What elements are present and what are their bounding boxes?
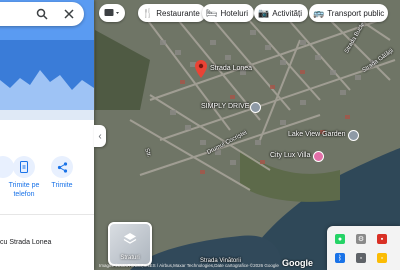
chip-restaurants-label: Restaurante <box>156 8 200 18</box>
hotel-marker-icon[interactable] <box>313 151 324 162</box>
poi-marker-icon[interactable] <box>348 130 359 141</box>
search-box[interactable] <box>0 2 84 26</box>
place-photo <box>0 0 94 120</box>
restaurant-icon: 🍴 <box>142 7 154 18</box>
pdf-icon[interactable]: ▪ <box>377 234 387 244</box>
send-to-phone-label-1: Trimite pe <box>8 182 40 189</box>
chip-public-transport[interactable]: 🚌 Transport public <box>309 4 389 22</box>
send-to-phone-label-2: telefon <box>13 191 35 198</box>
settings-gear-icon[interactable]: ⚙ <box>356 234 366 244</box>
poi-marker-icon[interactable] <box>250 102 261 113</box>
bluetooth-icon[interactable]: ᛒ <box>335 253 345 263</box>
app-icon[interactable]: ▫ <box>356 253 366 263</box>
keyboard-menu-button[interactable] <box>99 4 125 22</box>
search-icon[interactable] <box>34 6 50 22</box>
collapse-panel-button[interactable]: ‹ <box>94 125 106 147</box>
chip-restaurants[interactable]: 🍴 Restaurante <box>138 4 206 22</box>
google-logo: Google <box>282 258 313 268</box>
location-pin-icon[interactable] <box>195 60 207 78</box>
keyboard-icon <box>104 9 119 16</box>
place-label-simply-drive[interactable]: SIMPLY DRIVE <box>201 103 249 110</box>
layers-button[interactable]: Straturi <box>108 222 152 266</box>
share-icon <box>51 156 73 178</box>
whatsapp-icon[interactable]: ● <box>335 234 345 244</box>
hotel-icon: 🛏 <box>206 7 218 18</box>
place-label-lake-view[interactable]: Lake View Garden <box>288 131 345 138</box>
system-tray-popup: ● ⚙ ▪ ᛒ ▫ ▫ <box>327 226 400 270</box>
share-label: Trimite <box>51 182 73 189</box>
chevron-left-icon: ‹ <box>98 130 102 142</box>
nearby-text: cu Strada Lonea <box>0 239 52 246</box>
place-label-city-lux[interactable]: City Lux Villa <box>270 152 310 159</box>
chip-transport-label: Transport public <box>327 8 385 18</box>
divider <box>0 214 94 215</box>
send-to-phone-button[interactable]: Trimite pe telefon <box>8 156 40 199</box>
chip-hotels-label: Hoteluri <box>220 8 249 18</box>
camera-icon: 📷 <box>258 7 270 18</box>
bus-icon: 🚌 <box>313 7 325 18</box>
pin-label: Strada Lonea <box>210 65 253 72</box>
phone-send-icon <box>13 156 35 178</box>
place-details-panel: Trimite pe telefon Trimite cu Strada Lone… <box>0 0 94 270</box>
layers-icon <box>123 233 137 244</box>
chip-activities-label: Activități <box>272 8 303 18</box>
share-button[interactable]: Trimite <box>47 156 77 190</box>
map-attribution: Imagini ©2026 Airbus,CNES / Airbus,Maxar… <box>99 263 279 268</box>
app-icon[interactable]: ▫ <box>377 253 387 263</box>
chip-hotels[interactable]: 🛏 Hoteluri <box>202 4 255 22</box>
action-buttons: Trimite pe telefon Trimite <box>0 156 94 202</box>
layers-label: Straturi <box>120 255 140 261</box>
chip-activities[interactable]: 📷 Activități <box>254 4 309 22</box>
close-icon[interactable] <box>61 6 77 22</box>
